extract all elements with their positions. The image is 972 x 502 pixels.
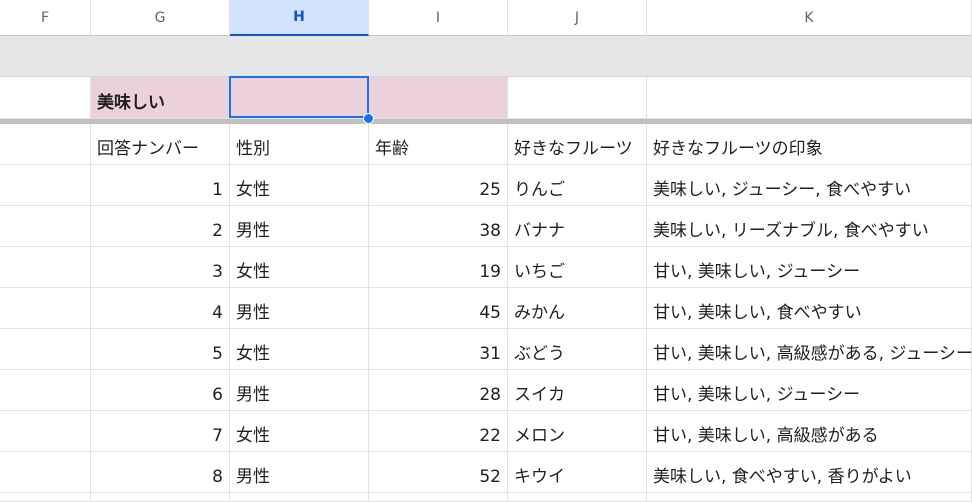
impression-cell[interactable]: 美味しい, リーズナブル, 食べやすい [647, 206, 972, 247]
cell-f-category[interactable] [0, 77, 91, 119]
empty-cell[interactable] [369, 493, 508, 502]
age-cell[interactable]: 45 [369, 288, 508, 329]
impression-cell[interactable]: 甘い, 美味しい, 高級感がある, ジューシー [647, 329, 972, 370]
fruit-cell[interactable]: いちご [508, 247, 647, 288]
spreadsheet-grid: F G H I J K 美味しい 回答ナンバー 性別 年齢 好きなフルーツ 好き… [0, 0, 972, 502]
cell-f[interactable] [0, 288, 91, 329]
impression-cell[interactable]: 美味しい, ジューシー, 食べやすい [647, 165, 972, 206]
age-cell[interactable]: 22 [369, 411, 508, 452]
table-row: 1 女性 25 りんご 美味しい, ジューシー, 食べやすい [0, 165, 972, 206]
header-age[interactable]: 年齢 [369, 124, 508, 165]
fruit-cell[interactable]: りんご [508, 165, 647, 206]
cell-f[interactable] [0, 411, 91, 452]
table-header-row: 回答ナンバー 性別 年齢 好きなフルーツ 好きなフルーツの印象 [0, 124, 972, 165]
gender-cell[interactable]: 女性 [230, 247, 369, 288]
table-row: 3 女性 19 いちご 甘い, 美味しい, ジューシー [0, 247, 972, 288]
gray-filled-row[interactable] [0, 36, 972, 77]
empty-cell[interactable] [508, 493, 647, 502]
table-row [0, 493, 972, 502]
empty-cell[interactable] [230, 493, 369, 502]
header-fruit-impression[interactable]: 好きなフルーツの印象 [647, 124, 972, 165]
gender-cell[interactable]: 男性 [230, 370, 369, 411]
response-number-cell[interactable]: 1 [91, 165, 230, 206]
fill-handle[interactable] [363, 113, 374, 124]
empty-cell[interactable] [91, 493, 230, 502]
cell-j-category[interactable] [508, 77, 647, 119]
table-row: 7 女性 22 メロン 甘い, 美味しい, 高級感がある [0, 411, 972, 452]
table-row: 8 男性 52 キウイ 美味しい, 食べやすい, 香りがよい [0, 452, 972, 493]
impression-cell[interactable]: 美味しい, 食べやすい, 香りがよい [647, 452, 972, 493]
cell-f[interactable] [0, 247, 91, 288]
response-number-cell[interactable]: 2 [91, 206, 230, 247]
age-cell[interactable]: 38 [369, 206, 508, 247]
impression-cell[interactable]: 甘い, 美味しい, 高級感がある [647, 411, 972, 452]
empty-cell[interactable] [647, 493, 972, 502]
table-row: 6 男性 28 スイカ 甘い, 美味しい, ジューシー [0, 370, 972, 411]
response-number-cell[interactable]: 6 [91, 370, 230, 411]
category-row: 美味しい [0, 77, 972, 119]
fruit-cell[interactable]: バナナ [508, 206, 647, 247]
cell-f[interactable] [0, 452, 91, 493]
cell-f[interactable] [0, 493, 91, 502]
header-gender[interactable]: 性別 [230, 124, 369, 165]
gender-cell[interactable]: 男性 [230, 288, 369, 329]
cell-f[interactable] [0, 165, 91, 206]
cell-i-category[interactable] [369, 77, 508, 119]
impression-cell[interactable]: 甘い, 美味しい, ジューシー [647, 370, 972, 411]
response-number-cell[interactable]: 5 [91, 329, 230, 370]
impression-cell[interactable]: 甘い, 美味しい, ジューシー [647, 247, 972, 288]
fruit-cell[interactable]: メロン [508, 411, 647, 452]
age-cell[interactable]: 19 [369, 247, 508, 288]
gender-cell[interactable]: 女性 [230, 165, 369, 206]
table-row: 4 男性 45 みかん 甘い, 美味しい, 食べやすい [0, 288, 972, 329]
column-header-bar: F G H I J K [0, 0, 972, 36]
impression-cell[interactable]: 甘い, 美味しい, 食べやすい [647, 288, 972, 329]
gender-cell[interactable]: 女性 [230, 329, 369, 370]
cell-f[interactable] [0, 206, 91, 247]
response-number-cell[interactable]: 7 [91, 411, 230, 452]
response-number-cell[interactable]: 3 [91, 247, 230, 288]
gender-cell[interactable]: 男性 [230, 452, 369, 493]
age-cell[interactable]: 31 [369, 329, 508, 370]
header-favorite-fruit[interactable]: 好きなフルーツ [508, 124, 647, 165]
column-header-h[interactable]: H [230, 0, 369, 36]
age-cell[interactable]: 52 [369, 452, 508, 493]
fruit-cell[interactable]: みかん [508, 288, 647, 329]
gender-cell[interactable]: 男性 [230, 206, 369, 247]
table-row: 2 男性 38 バナナ 美味しい, リーズナブル, 食べやすい [0, 206, 972, 247]
column-header-k[interactable]: K [647, 0, 972, 36]
column-header-g[interactable]: G [91, 0, 230, 36]
fruit-cell[interactable]: ぶどう [508, 329, 647, 370]
fruit-cell[interactable]: スイカ [508, 370, 647, 411]
cell-k-category[interactable] [647, 77, 972, 119]
gender-cell[interactable]: 女性 [230, 411, 369, 452]
header-response-number[interactable]: 回答ナンバー [91, 124, 230, 165]
response-number-cell[interactable]: 8 [91, 452, 230, 493]
cell-f[interactable] [0, 370, 91, 411]
column-header-f[interactable]: F [0, 0, 91, 36]
cell-f[interactable] [0, 329, 91, 370]
cell-f-header[interactable] [0, 124, 91, 165]
table-row: 5 女性 31 ぶどう 甘い, 美味しい, 高級感がある, ジューシー [0, 329, 972, 370]
age-cell[interactable]: 25 [369, 165, 508, 206]
fruit-cell[interactable]: キウイ [508, 452, 647, 493]
response-number-cell[interactable]: 4 [91, 288, 230, 329]
column-header-i[interactable]: I [369, 0, 508, 36]
column-header-j[interactable]: J [508, 0, 647, 36]
selected-cell[interactable] [230, 77, 369, 119]
category-label-cell[interactable]: 美味しい [91, 77, 230, 119]
age-cell[interactable]: 28 [369, 370, 508, 411]
